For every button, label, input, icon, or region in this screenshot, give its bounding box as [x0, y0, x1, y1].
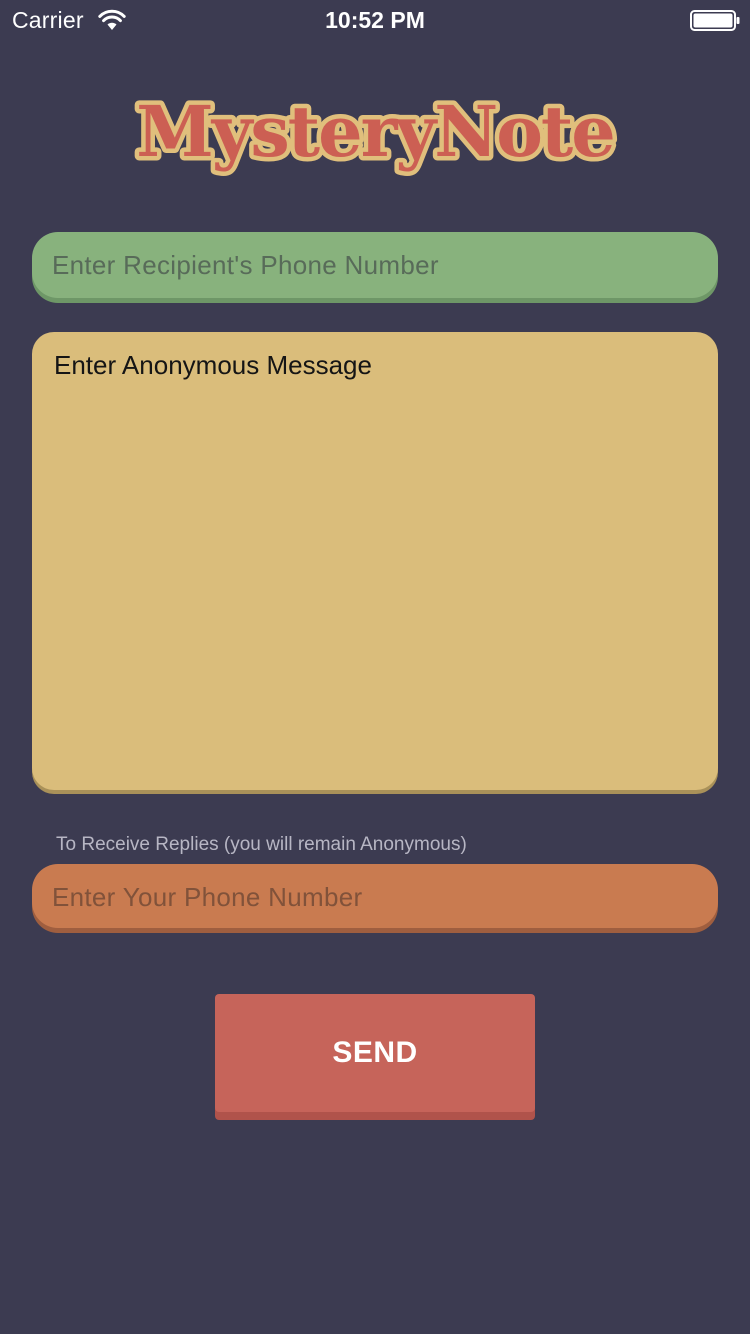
reply-hint-label: To Receive Replies (you will remain Anon…: [56, 834, 467, 855]
app-logo-text: MysteryNote: [136, 90, 614, 173]
send-button[interactable]: SEND: [215, 994, 535, 1112]
status-bar: Carrier 10:52 PM: [0, 0, 750, 40]
recipient-phone-input[interactable]: Enter Recipient's Phone Number: [32, 232, 718, 298]
app-logo: MysteryNote: [132, 86, 621, 178]
message-placeholder: Enter Anonymous Message: [54, 350, 372, 380]
your-phone-placeholder: Enter Your Phone Number: [52, 882, 363, 912]
status-time: 10:52 PM: [325, 7, 425, 33]
your-phone-input[interactable]: Enter Your Phone Number: [32, 864, 718, 928]
recipient-phone-placeholder: Enter Recipient's Phone Number: [52, 250, 439, 280]
anonymous-message-textarea[interactable]: Enter Anonymous Message: [32, 332, 718, 790]
battery-full-icon: [690, 10, 740, 31]
